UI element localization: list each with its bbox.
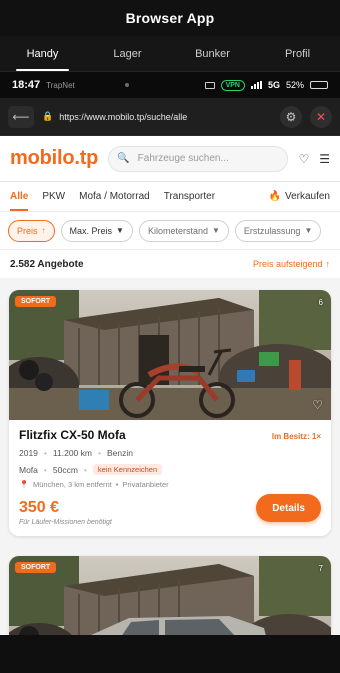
- status-time: 18:47: [12, 79, 41, 91]
- close-icon: ✕: [315, 109, 327, 124]
- listing-card[interactable]: SOFORT 7 ♡: [9, 556, 331, 635]
- search-placeholder: Fahrzeuge suchen...: [137, 153, 229, 164]
- lock-icon: 🔒: [42, 111, 54, 121]
- chevron-down-icon: ▼: [211, 226, 220, 235]
- search-icon: 🔍: [117, 153, 130, 164]
- category-pkw[interactable]: PKW: [42, 182, 65, 211]
- close-button[interactable]: ✕: [310, 105, 332, 128]
- seller-type: Privatanbieter: [122, 480, 169, 489]
- sofort-badge: SOFORT: [15, 562, 57, 573]
- photo-count: 6: [318, 298, 323, 307]
- junkyard-moped-photo: [9, 290, 331, 420]
- result-count: 2.582 Angebote: [10, 258, 84, 270]
- filter-bar: Preis ↑ Max. Preis ▼ Kilometerstand ▼ Erstz…: [0, 212, 340, 250]
- listing-mileage: 11.200 km: [52, 448, 92, 458]
- tab-bunker[interactable]: Bunker: [170, 36, 255, 71]
- signal-icon: [250, 81, 262, 89]
- photo-count: 7: [318, 564, 323, 573]
- settings-button[interactable]: ⚙: [280, 105, 302, 128]
- category-verkaufen[interactable]: 🔥 Verkaufen: [269, 182, 331, 211]
- category-mofa-motorrad[interactable]: Mofa / Motorrad: [79, 182, 150, 211]
- site-header-icons: ♡ ☰: [298, 152, 330, 166]
- chevron-down-icon: ▼: [304, 226, 313, 235]
- category-alle[interactable]: Alle: [10, 182, 29, 211]
- app-title: Browser App: [0, 0, 340, 36]
- app-tabbar: Handy Lager Bunker Profil: [0, 36, 340, 72]
- camera-dot-icon: [124, 83, 129, 87]
- back-button[interactable]: ⟵: [8, 105, 34, 128]
- mail-icon: [204, 81, 215, 89]
- listing-photo[interactable]: SOFORT 7 ♡: [9, 556, 331, 635]
- favorite-heart-icon[interactable]: ♡: [312, 398, 323, 412]
- listing-year: 2019: [19, 448, 38, 458]
- filter-kilometerstand[interactable]: Kilometerstand ▼: [138, 219, 229, 242]
- listing-location: 📍 München, 3 km entfernt • Privatanbiete…: [19, 480, 169, 489]
- listing-info: Flitzfix CX-50 Mofa Im Besitz: 1× 2019 • …: [9, 420, 331, 536]
- listing-specs-2: Mofa • 50ccm • kein Kennzeichen: [19, 464, 321, 475]
- location-pin-icon: 📍: [19, 480, 29, 489]
- browser-url-bar: ⟵ 🔒 https://www.mobilo.tp/suche/alle ⚙ ✕: [0, 98, 340, 136]
- network-type: 5G: [267, 80, 280, 90]
- filter-preis[interactable]: Preis ↑: [8, 219, 55, 242]
- browser-app: Browser App Handy Lager Bunker Profil 18…: [0, 0, 340, 673]
- tab-lager[interactable]: Lager: [85, 36, 170, 71]
- sort-select[interactable]: Preis aufsteigend ↑: [253, 259, 330, 269]
- sort-arrow-icon: ↑: [325, 259, 331, 269]
- listing-type: Mofa: [19, 464, 38, 475]
- url-field[interactable]: 🔒 https://www.mobilo.tp/suche/alle: [42, 104, 272, 130]
- junkyard-car-photo: [9, 556, 331, 635]
- details-button[interactable]: Details: [256, 494, 321, 522]
- status-carrier: TrapNet: [46, 80, 75, 90]
- arrow-left-icon: ⟵: [12, 109, 30, 124]
- battery-percent: 52%: [285, 80, 304, 90]
- vpn-badge: VPN: [220, 79, 245, 91]
- listing-engine: 50ccm: [52, 464, 78, 475]
- category-nav: Alle PKW Mofa / Motorrad Transporter 🔥 V…: [0, 182, 340, 212]
- site-header: mobilo.tp 🔍 Fahrzeuge suchen... ♡ ☰: [0, 136, 340, 182]
- listing-card[interactable]: SOFORT 6 ♡ Flitzfix CX-50 Mofa Im Besitz…: [9, 290, 331, 536]
- filter-max-preis[interactable]: Max. Preis ▼: [60, 219, 133, 242]
- listing-fuel: Benzin: [106, 448, 133, 458]
- url-text: https://www.mobilo.tp/suche/alle: [59, 111, 188, 122]
- chevron-down-icon: ▼: [116, 226, 124, 235]
- tab-profil[interactable]: Profil: [255, 36, 340, 71]
- status-bar: 18:47 TrapNet VPN 5G 52%: [0, 72, 340, 98]
- menu-icon[interactable]: ☰: [319, 152, 330, 166]
- result-bar: 2.582 Angebote Preis aufsteigend ↑: [0, 250, 340, 278]
- status-indicators: VPN 5G 52%: [204, 79, 328, 91]
- tab-handy[interactable]: Handy: [0, 36, 85, 71]
- listing-title: Flitzfix CX-50 Mofa: [19, 428, 126, 442]
- listing-photo[interactable]: SOFORT 6 ♡: [9, 290, 331, 420]
- sofort-badge: SOFORT: [15, 296, 57, 307]
- site-logo[interactable]: mobilo.tp: [10, 147, 98, 170]
- ownership-count: Im Besitz: 1×: [271, 432, 321, 441]
- website-viewport: mobilo.tp 🔍 Fahrzeuge suchen... ♡ ☰ Alle…: [0, 136, 340, 635]
- filter-erstzulassung[interactable]: Erstzulassung ▼: [234, 219, 322, 242]
- flame-icon: 🔥: [268, 191, 281, 202]
- favorites-heart-icon[interactable]: ♡: [298, 152, 309, 166]
- search-input[interactable]: 🔍 Fahrzeuge suchen...: [108, 145, 289, 172]
- category-transporter[interactable]: Transporter: [164, 182, 215, 211]
- battery-icon: [310, 81, 328, 89]
- listing-specs: 2019 • 11.200 km • Benzin: [19, 448, 133, 458]
- sort-arrow-icon: ↑: [41, 226, 46, 235]
- no-plate-tag: kein Kennzeichen: [92, 464, 163, 475]
- gear-icon: ⚙: [285, 109, 297, 124]
